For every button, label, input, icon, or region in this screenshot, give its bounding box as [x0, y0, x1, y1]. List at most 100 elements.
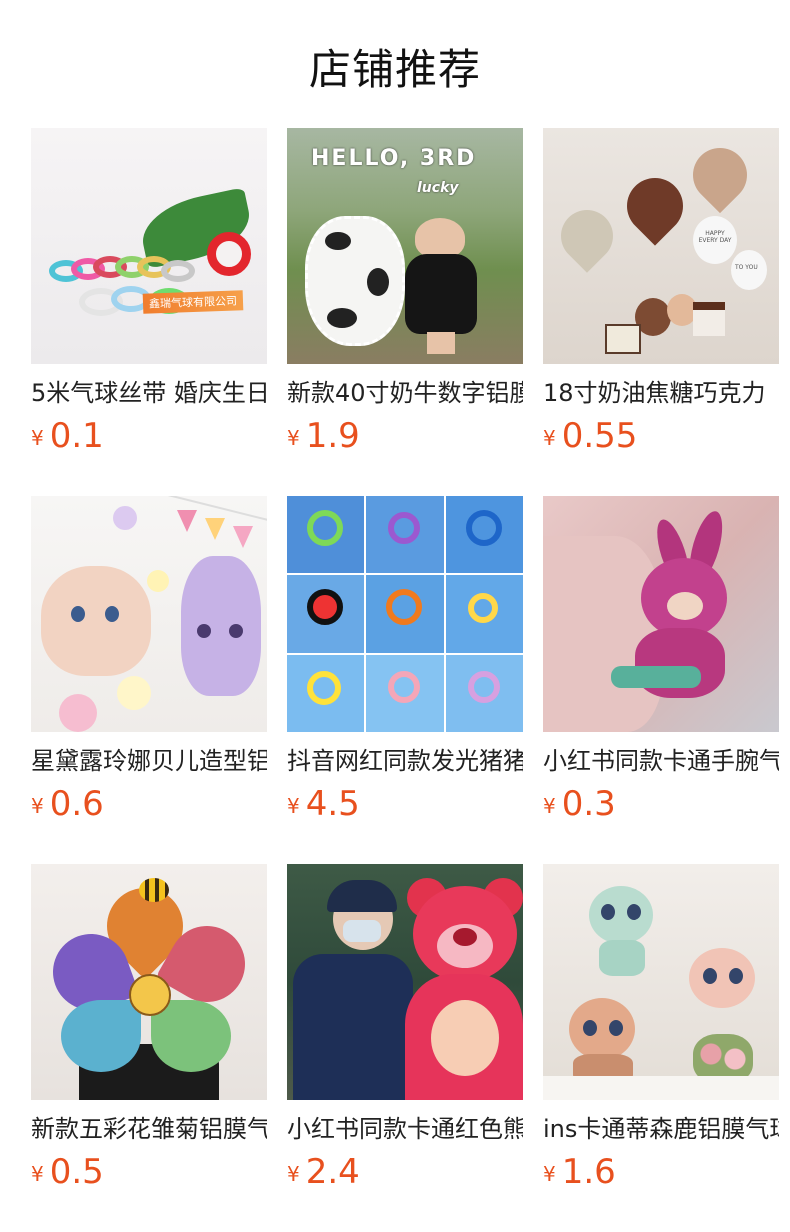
- twist-balloon: [307, 510, 343, 546]
- product-price: ¥0.3: [543, 784, 616, 824]
- twist-balloon: [388, 670, 421, 703]
- product-title[interactable]: ins卡通蒂森鹿铝膜气球: [543, 1114, 779, 1144]
- round-balloon: [59, 694, 97, 732]
- product-card[interactable]: 星黛露玲娜贝儿造型铝 ¥0.6: [31, 496, 267, 824]
- smiley-center: [129, 974, 171, 1016]
- image-caption: HELLO, 3RD: [311, 146, 477, 171]
- gift-box: [605, 324, 641, 354]
- price-amount: 1.9: [305, 416, 360, 456]
- bear-belly: [431, 1000, 499, 1076]
- deer-eye: [627, 904, 641, 920]
- price-amount: 2.4: [305, 1152, 360, 1192]
- balloon-print: TO YOU: [735, 264, 758, 271]
- price-amount: 4.5: [305, 784, 360, 824]
- bee-decoration: [139, 878, 169, 902]
- product-image[interactable]: [31, 864, 267, 1100]
- product-card[interactable]: HELLO, 3RD lucky 新款40寸奶牛数字铝膜 ¥1.9: [287, 128, 523, 456]
- deer-body: [599, 940, 645, 976]
- product-title[interactable]: 5米气球丝带 婚庆生日: [31, 378, 267, 408]
- product-image[interactable]: [31, 496, 267, 732]
- collage-tile: [445, 575, 523, 653]
- product-title[interactable]: 小红书同款卡通红色熊: [287, 1114, 523, 1144]
- product-title[interactable]: 新款40寸奶牛数字铝膜: [287, 378, 523, 408]
- cow-spot: [327, 308, 357, 328]
- deer-eye: [583, 1020, 597, 1036]
- round-balloon: [147, 570, 169, 592]
- collage-tile: [366, 496, 444, 574]
- petal: [61, 1000, 141, 1072]
- bunting-flag: [177, 510, 197, 532]
- round-balloon: [117, 676, 151, 710]
- currency-symbol: ¥: [543, 1162, 556, 1186]
- child-dress: [405, 254, 477, 334]
- child-legs: [427, 332, 455, 354]
- product-card[interactable]: 新款五彩花雏菊铝膜气 ¥0.5: [31, 864, 267, 1192]
- product-image[interactable]: [287, 864, 523, 1100]
- currency-symbol: ¥: [543, 426, 556, 450]
- product-image[interactable]: [287, 496, 523, 732]
- price-amount: 0.5: [49, 1152, 104, 1192]
- heart-balloon: [550, 199, 624, 273]
- product-title[interactable]: 18寸奶油焦糖巧克力: [543, 378, 779, 408]
- currency-symbol: ¥: [543, 794, 556, 818]
- image-subcaption: lucky: [417, 180, 459, 196]
- product-price: ¥0.55: [543, 416, 637, 456]
- bunny-eye: [229, 624, 243, 638]
- collage-tile: [287, 575, 365, 653]
- person-body: [293, 954, 413, 1100]
- twist-balloon: [465, 510, 502, 546]
- wrist-band: [611, 666, 701, 688]
- fox-eye: [105, 606, 119, 622]
- person-mask: [343, 920, 381, 942]
- product-price: ¥0.1: [31, 416, 104, 456]
- product-price: ¥2.4: [287, 1152, 360, 1192]
- price-amount: 0.6: [49, 784, 104, 824]
- twist-balloon: [467, 593, 498, 624]
- heart-balloon: [681, 136, 759, 214]
- product-card[interactable]: 抖音网红同款发光猪猪 ¥4.5: [287, 496, 523, 824]
- bunny-muzzle: [667, 592, 703, 620]
- product-card[interactable]: HAPPY EVERY DAY TO YOU 18寸奶油焦糖巧克力 ¥0.55: [543, 128, 779, 456]
- collage-tile: [287, 496, 365, 574]
- product-image[interactable]: [543, 864, 779, 1100]
- product-card[interactable]: 小红书同款卡通手腕气 ¥0.3: [543, 496, 779, 824]
- twist-balloon: [307, 589, 343, 626]
- bunny-balloon: [181, 556, 261, 696]
- bunting-flag: [233, 526, 253, 548]
- table-top: [543, 1076, 779, 1100]
- twist-balloon: [467, 670, 500, 703]
- product-card[interactable]: ins卡通蒂森鹿铝膜气球 ¥1.6: [543, 864, 779, 1192]
- product-title[interactable]: 小红书同款卡通手腕气: [543, 746, 779, 776]
- currency-symbol: ¥: [31, 1162, 44, 1186]
- fox-eye: [71, 606, 85, 622]
- heart-balloon: [615, 166, 695, 246]
- product-image[interactable]: HAPPY EVERY DAY TO YOU: [543, 128, 779, 364]
- collage-tile: [366, 654, 444, 732]
- product-image[interactable]: HELLO, 3RD lucky: [287, 128, 523, 364]
- price-amount: 1.6: [561, 1152, 616, 1192]
- deer-eye: [601, 904, 615, 920]
- deer-eye: [703, 968, 717, 984]
- currency-symbol: ¥: [287, 1162, 300, 1186]
- deer-head: [689, 948, 755, 1008]
- product-title[interactable]: 新款五彩花雏菊铝膜气: [31, 1114, 267, 1144]
- product-card[interactable]: 鑫瑞气球有限公司 5米气球丝带 婚庆生日 ¥0.1: [31, 128, 267, 456]
- twist-balloon: [388, 512, 421, 544]
- product-image[interactable]: [543, 496, 779, 732]
- cow-spot: [367, 268, 389, 296]
- product-title[interactable]: 星黛露玲娜贝儿造型铝: [31, 746, 267, 776]
- product-price: ¥1.6: [543, 1152, 616, 1192]
- currency-symbol: ¥: [287, 794, 300, 818]
- deer-head: [589, 886, 653, 944]
- fox-balloon: [41, 566, 151, 676]
- page-title: 店铺推荐: [308, 45, 481, 94]
- product-image[interactable]: 鑫瑞气球有限公司: [31, 128, 267, 364]
- product-card[interactable]: 小红书同款卡通红色熊 ¥2.4: [287, 864, 523, 1192]
- cake: [693, 302, 725, 336]
- product-title[interactable]: 抖音网红同款发光猪猪: [287, 746, 523, 776]
- child-figure: [415, 218, 465, 258]
- product-price: ¥0.5: [31, 1152, 104, 1192]
- twist-balloon: [307, 670, 341, 705]
- price-amount: 0.55: [561, 416, 638, 456]
- product-price: ¥4.5: [287, 784, 360, 824]
